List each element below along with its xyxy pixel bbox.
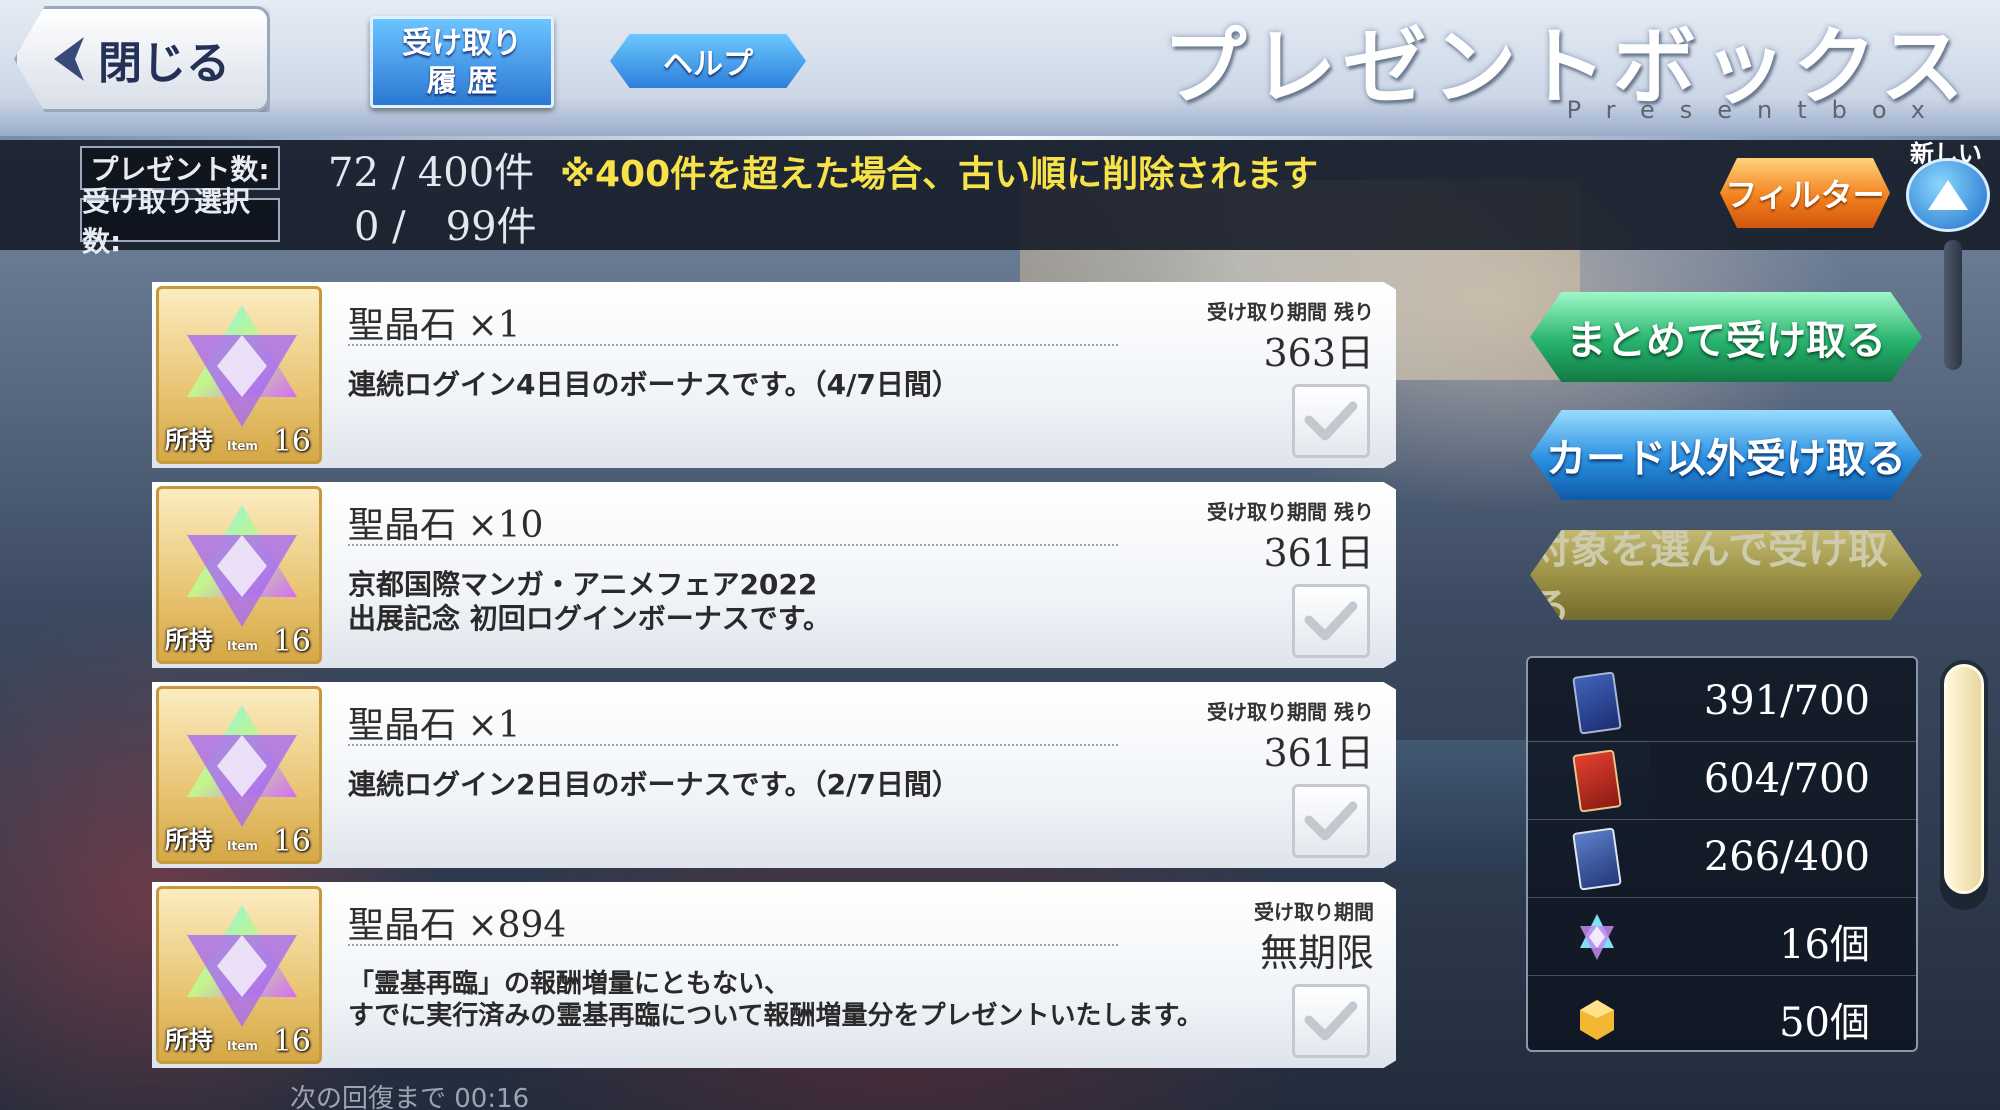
saint-quartz-icon: [1580, 914, 1614, 960]
period-value: 361日: [1263, 731, 1374, 775]
item-description: 連続ログイン4日目のボーナスです。（4/7日間）: [348, 368, 960, 401]
present-list-item[interactable]: 所持 Item 16 聖晶石 ×1 連続ログイン2日目のボーナスです。（2/7日…: [152, 682, 1396, 868]
owned-label: 所持: [165, 1026, 213, 1054]
item-description: 「霊基再臨」の報酬増量にともない、 すでに実行済みの霊基再臨について報酬増量分を…: [348, 969, 1203, 1031]
item-name: 聖晶石 ×1: [348, 705, 521, 746]
checkmark-icon: [1304, 1001, 1358, 1041]
resource-value: 391/700: [1703, 678, 1870, 724]
period-value: 無期限: [1259, 931, 1374, 975]
owned-label: 所持: [165, 626, 213, 654]
item-thumbnail: 所持 Item 16: [156, 886, 322, 1064]
resource-row: 391/700: [1528, 664, 1916, 742]
item-name: 聖晶石 ×1: [348, 305, 521, 346]
checkmark-icon: [1304, 801, 1358, 841]
receive-selected-button[interactable]: 対象を選んで受け取る: [1530, 530, 1922, 620]
ap-recovery-hint: 次の回復まで 00:16: [290, 1084, 530, 1110]
owned-count: 16: [272, 424, 311, 459]
divider: [348, 944, 1118, 946]
resource-row: 266/400: [1528, 820, 1916, 898]
period-label: 受け取り期間 残り: [1207, 700, 1374, 724]
arrow-up-icon: [1928, 180, 1968, 210]
page-subtitle: Presentbox: [1566, 96, 1950, 124]
close-button[interactable]: 閉じる: [14, 6, 270, 112]
owned-count: 16: [272, 624, 311, 659]
craft-essence-card-icon: [1572, 749, 1622, 813]
select-checkbox[interactable]: [1292, 784, 1370, 858]
help-button[interactable]: ヘルプ: [610, 34, 806, 88]
item-name: 聖晶石 ×894: [348, 905, 567, 946]
checkmark-icon: [1304, 401, 1358, 441]
deletion-warning: ※400件を超えた場合、古い順に削除されます: [560, 154, 1319, 195]
divider: [348, 344, 1118, 346]
item-thumbnail: 所持 Item 16: [156, 686, 322, 864]
receive-all-button[interactable]: まとめて受け取る: [1530, 292, 1922, 382]
present-count-value: 72 / 400件: [328, 150, 535, 196]
selected-count-value: 0 / 99件: [354, 204, 537, 250]
select-checkbox[interactable]: [1292, 584, 1370, 658]
item-description: 京都国際マンガ・アニメフェア2022 出展記念 初回ログインボーナスです。: [348, 568, 831, 635]
resource-row: 16個: [1528, 898, 1916, 976]
owned-label: 所持: [165, 826, 213, 854]
resource-value: 266/400: [1703, 834, 1870, 880]
item-tag: Item: [227, 1039, 258, 1053]
servant-card-icon: [1572, 671, 1622, 735]
resource-row: 604/700: [1528, 742, 1916, 820]
owned-count: 16: [272, 824, 311, 859]
owned-label: 所持: [165, 426, 213, 454]
receive-history-button[interactable]: 受け取り 履 歴: [370, 16, 554, 108]
period-value: 361日: [1263, 531, 1374, 575]
item-name: 聖晶石 ×10: [348, 505, 544, 546]
chevron-left-icon: [54, 37, 84, 81]
item-description: 連続ログイン2日目のボーナスです。（2/7日間）: [348, 768, 960, 801]
period-label: 受け取り期間: [1254, 900, 1374, 924]
command-code-card-icon: [1572, 827, 1622, 891]
resource-value: 604/700: [1703, 756, 1870, 802]
saint-quartz-icon: [187, 905, 297, 1027]
item-tag: Item: [227, 839, 258, 853]
period-value: 363日: [1263, 331, 1374, 375]
list-scrollbar-top[interactable]: [1944, 240, 1962, 370]
present-list-item[interactable]: 所持 Item 16 聖晶石 ×894 「霊基再臨」の報酬増量にともない、 すで…: [152, 882, 1396, 1068]
item-thumbnail: 所持 Item 16: [156, 486, 322, 664]
select-checkbox[interactable]: [1292, 984, 1370, 1058]
gold-apple-icon: [1580, 1000, 1614, 1040]
period-label: 受け取り期間 残り: [1207, 500, 1374, 524]
divider: [348, 744, 1118, 746]
checkmark-icon: [1304, 601, 1358, 641]
present-list-item[interactable]: 所持 Item 16 聖晶石 ×1 連続ログイン4日目のボーナスです。（4/7日…: [152, 282, 1396, 468]
resource-scrollbar-thumb[interactable]: [1944, 664, 1984, 894]
receive-non-card-button[interactable]: カード以外受け取る: [1530, 410, 1922, 500]
sort-order-button[interactable]: [1906, 158, 1990, 232]
resource-panel: 391/700 604/700 266/400 16個 50個: [1526, 656, 1918, 1052]
saint-quartz-icon: [187, 705, 297, 827]
present-list-item[interactable]: 所持 Item 16 聖晶石 ×10 京都国際マンガ・アニメフェア2022 出展…: [152, 482, 1396, 668]
saint-quartz-icon: [187, 505, 297, 627]
history-label-line2: 履 歴: [426, 64, 498, 99]
saint-quartz-icon: [187, 305, 297, 427]
close-button-label: 閉じる: [98, 38, 230, 89]
owned-count: 16: [272, 1024, 311, 1059]
filter-button[interactable]: フィルター: [1720, 158, 1890, 228]
item-tag: Item: [227, 639, 258, 653]
resource-value: 50個: [1779, 1000, 1870, 1046]
resource-value: 16個: [1779, 922, 1870, 968]
selected-count-label: 受け取り選択数:: [80, 185, 280, 258]
select-checkbox[interactable]: [1292, 384, 1370, 458]
history-label-line1: 受け取り: [402, 26, 522, 61]
divider: [348, 544, 1118, 546]
item-thumbnail: 所持 Item 16: [156, 286, 322, 464]
resource-row: 50個: [1528, 976, 1916, 1054]
period-label: 受け取り期間 残り: [1207, 300, 1374, 324]
item-tag: Item: [227, 439, 258, 453]
